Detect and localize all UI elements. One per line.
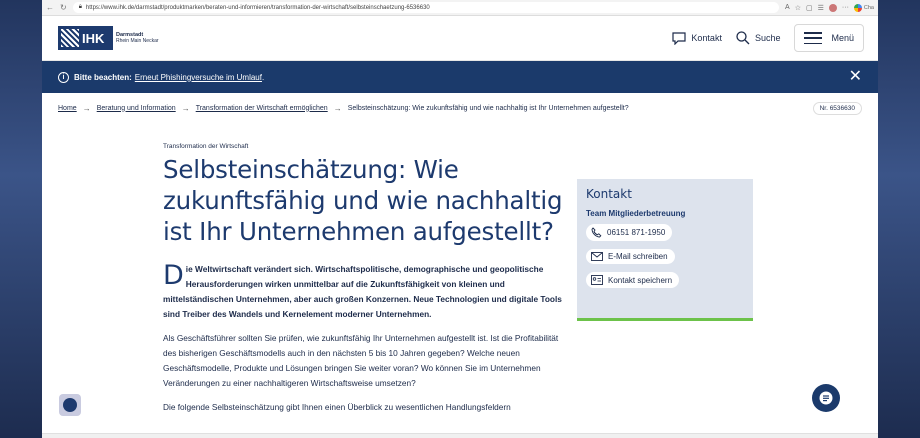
mail-icon xyxy=(591,252,603,261)
copilot-button[interactable]: Cha xyxy=(853,3,874,12)
save-contact-button[interactable]: Kontakt speichern xyxy=(586,272,680,288)
horizontal-scrollbar[interactable] xyxy=(42,433,878,438)
breadcrumb: Home → Beratung und Information → Transf… xyxy=(42,93,878,123)
notice-suffix: . xyxy=(261,72,265,82)
breadcrumb-transformation[interactable]: Transformation der Wirtschaft ermögliche… xyxy=(196,105,328,112)
contact-card: Kontakt Team Mitgliederbetreuung 06151 8… xyxy=(577,179,753,321)
close-icon[interactable]: ✕ xyxy=(849,69,862,85)
favorites-list-icon[interactable]: ☰ xyxy=(818,4,824,12)
read-aloud-icon[interactable]: A xyxy=(785,4,790,11)
breadcrumb-home[interactable]: Home xyxy=(58,105,77,112)
contact-team: Team Mitgliederbetreuung xyxy=(586,209,686,218)
cookie-settings-button[interactable] xyxy=(59,394,81,416)
logo-subtitle: Darmstadt Rhein Main Neckar xyxy=(116,32,159,44)
search-icon xyxy=(736,31,750,45)
hamburger-icon xyxy=(804,32,823,44)
save-contact-label: Kontakt speichern xyxy=(608,275,673,285)
info-icon: i xyxy=(58,71,69,83)
favorite-icon[interactable]: ☆ xyxy=(795,4,801,12)
reload-icon[interactable]: ↻ xyxy=(60,3,67,12)
contact-label: Kontakt xyxy=(691,33,722,43)
notice-bar: i Bitte beachten: Erneut Phishingversuch… xyxy=(42,61,878,93)
chat-icon xyxy=(819,391,833,405)
body-paragraph: Als Geschäftsführer sollten Sie prüfen, … xyxy=(163,333,559,388)
browser-window: ← ↻ 🔒︎ https://www.ihk.de/darmstadt/prod… xyxy=(42,0,878,438)
logo-region: Rhein Main Neckar xyxy=(116,38,159,44)
menu-button[interactable]: Menü xyxy=(794,24,864,52)
back-icon[interactable]: ← xyxy=(46,3,54,12)
lead-paragraph: D ie Weltwirtschaft verändert sich. Wirt… xyxy=(163,262,563,322)
logo-mark: IHK xyxy=(58,26,113,50)
notice-prefix: Bitte beachten: xyxy=(74,72,132,82)
lead-text: ie Weltwirtschaft verändert sich. Wirtsc… xyxy=(163,264,562,319)
search-label: Suche xyxy=(754,33,781,43)
vcard-icon xyxy=(591,275,603,285)
arrow-right-icon: → xyxy=(181,103,190,113)
copilot-icon xyxy=(853,3,862,12)
breadcrumb-beratung[interactable]: Beratung und Information xyxy=(97,105,176,112)
arrow-right-icon: → xyxy=(333,103,342,113)
page-kicker: Transformation der Wirtschaft xyxy=(163,143,249,150)
contact-button[interactable]: Kontakt xyxy=(672,31,722,45)
logo-pattern xyxy=(61,29,79,47)
phone-label: 06151 871-1950 xyxy=(607,228,666,237)
url-text: https://www.ihk.de/darmstadt/produktmark… xyxy=(85,4,430,11)
contact-heading: Kontakt xyxy=(586,187,632,201)
ihk-logo[interactable]: IHK Darmstadt Rhein Main Neckar xyxy=(58,26,159,50)
more-icon[interactable]: ··· xyxy=(842,4,849,11)
main-content: Transformation der Wirtschaft Selbsteins… xyxy=(163,143,563,415)
split-icon[interactable]: ▢ xyxy=(806,4,813,12)
notice-link[interactable]: Erneut Phishingversuche im Umlauf xyxy=(135,73,262,82)
email-label: E-Mail schreiben xyxy=(608,252,668,261)
menu-label: Menü xyxy=(831,33,854,43)
cookie-icon xyxy=(63,398,77,412)
chatbot-button[interactable] xyxy=(812,384,840,412)
copilot-label: Cha xyxy=(863,4,874,11)
chat-bubble-icon xyxy=(672,31,687,45)
phone-icon xyxy=(591,227,602,238)
profile-avatar[interactable] xyxy=(828,3,837,12)
search-button[interactable]: Suche xyxy=(736,31,781,45)
email-button[interactable]: E-Mail schreiben xyxy=(586,249,675,264)
arrow-right-icon: → xyxy=(82,103,91,113)
browser-nav: ← ↻ xyxy=(46,3,67,12)
drop-cap: D xyxy=(163,260,184,291)
body-paragraph: Die folgende Selbsteinschätzung gibt Ihn… xyxy=(163,402,511,412)
page-number-badge: Nr. 6536630 xyxy=(812,101,862,115)
lock-icon: 🔒︎ xyxy=(78,4,82,10)
header-actions: Kontakt Suche Menü xyxy=(672,24,864,52)
browser-toolbar: ← ↻ 🔒︎ https://www.ihk.de/darmstadt/prod… xyxy=(42,0,878,16)
logo-wordmark: IHK xyxy=(82,30,105,46)
site-header: IHK Darmstadt Rhein Main Neckar Kontakt … xyxy=(42,16,878,61)
address-bar[interactable]: 🔒︎ https://www.ihk.de/darmstadt/produktm… xyxy=(72,2,780,13)
breadcrumb-current: Selbsteinschätzung: Wie zukunftsfähig un… xyxy=(347,104,629,112)
browser-extensions: A ☆ ▢ ☰ ··· Cha xyxy=(785,3,874,12)
phone-button[interactable]: 06151 871-1950 xyxy=(586,224,673,241)
page-title: Selbsteinschätzung: Wie zukunftsfähig un… xyxy=(163,155,563,246)
